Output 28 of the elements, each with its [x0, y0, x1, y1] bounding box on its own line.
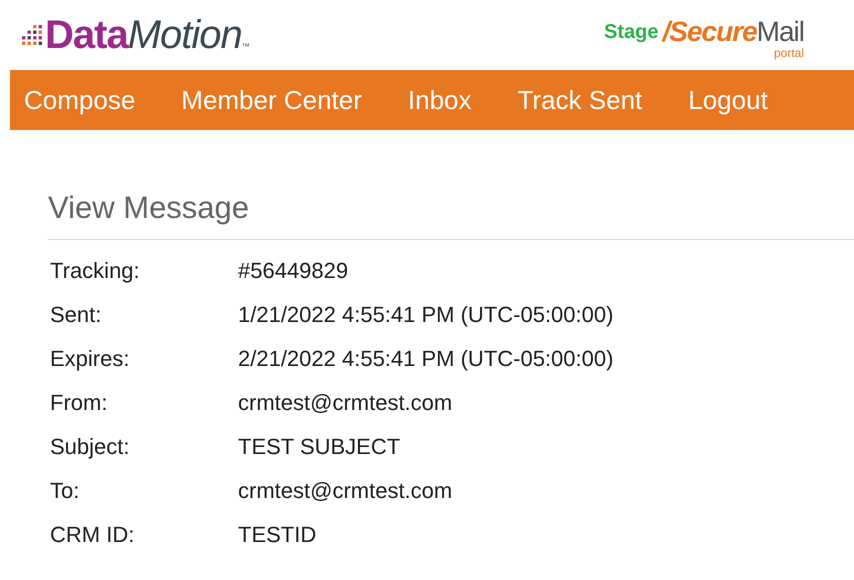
- field-value: 2/21/2022 4:55:41 PM (UTC-05:00:00): [238, 345, 614, 373]
- field-label: From:: [49, 389, 108, 417]
- field-value: TEST SUBJECT: [238, 433, 400, 461]
- page-title: View Message: [48, 192, 250, 227]
- logo-text: Motion: [128, 15, 242, 55]
- stage-label: Stage: [604, 20, 658, 45]
- portal-subtitle: portal: [774, 47, 804, 59]
- nav-link[interactable]: Logout: [688, 80, 768, 120]
- field-label: Subject:: [49, 433, 130, 461]
- portal-logo-text: /Secure: [662, 15, 757, 49]
- logo-dots-icon: [22, 25, 42, 45]
- nav-link[interactable]: Compose: [24, 80, 136, 120]
- field-value: 1/21/2022 4:55:41 PM (UTC-05:00:00): [238, 301, 614, 329]
- nav-link[interactable]: Track Sent: [518, 80, 642, 120]
- field-value: crmtest@crmtest.com: [238, 389, 452, 417]
- field-label: Tracking:: [49, 257, 141, 285]
- field-label: Sent:: [49, 301, 102, 329]
- portal-logo-text: Mail: [756, 15, 804, 48]
- trademark: ™: [242, 41, 250, 53]
- field-value: TESTID: [238, 521, 316, 549]
- logo-text: Data: [45, 15, 128, 55]
- field-value: crmtest@crmtest.com: [238, 477, 452, 505]
- field-value: #56449829: [238, 257, 348, 285]
- field-label: CRM ID:: [49, 521, 136, 549]
- nav-link[interactable]: Member Center: [181, 80, 362, 120]
- field-label: Expires:: [49, 345, 130, 373]
- field-label: To:: [49, 477, 80, 505]
- nav-link[interactable]: Inbox: [408, 80, 472, 120]
